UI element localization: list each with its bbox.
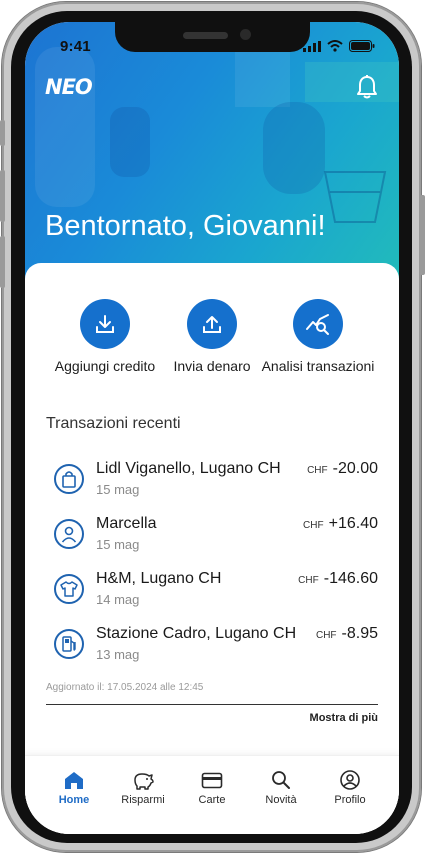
camera	[240, 29, 251, 40]
tab-bar: Home Risparmi Carte Novità Profilo	[25, 755, 399, 834]
transaction-analysis-button[interactable]: Analisi transazioni	[253, 299, 383, 374]
signal-icon	[303, 40, 321, 52]
currency: CHF	[315, 630, 337, 641]
transaction-amount: CHF -8.95	[316, 625, 378, 643]
amount-value: -8.95	[341, 625, 378, 642]
hero-banner: 9:41 NEO Bentornato, Giovanni!	[25, 22, 399, 302]
tab-news[interactable]: Novità	[246, 770, 316, 806]
currency: CHF	[303, 520, 324, 531]
hero-decoration	[35, 47, 399, 223]
currency: CHF	[307, 465, 328, 476]
person-icon	[54, 519, 84, 549]
transaction-name: H&M, Lugano CH	[96, 570, 222, 587]
tab-home[interactable]: Home	[39, 770, 109, 806]
transaction-date: 15 mag	[96, 482, 140, 497]
transaction-row[interactable]: Stazione Cadro, Lugano CH 13 mag CHF -8.9…	[25, 625, 399, 675]
transaction-amount: CHF +16.40	[303, 515, 378, 533]
app-screen: 9:41 NEO Bentornato, Giovanni! Aggiungi …	[25, 22, 399, 834]
amount-value: -146.60	[323, 570, 378, 587]
amount-value: -20.00	[332, 460, 378, 477]
piggy-bank-icon	[134, 773, 154, 790]
tab-label: Risparmi	[121, 794, 165, 806]
fuel-pump-icon	[54, 629, 84, 659]
transaction-amount: CHF -20.00	[307, 460, 378, 478]
tab-label: Novità	[265, 794, 297, 806]
status-time: 9:41	[60, 38, 91, 55]
transaction-name: Marcella	[96, 515, 157, 532]
transaction-row[interactable]: H&M, Lugano CH 14 mag CHF -146.60	[25, 570, 399, 620]
download-icon	[80, 299, 130, 349]
amount-value: +16.40	[328, 515, 378, 532]
greeting: Bentornato, Giovanni!	[45, 210, 326, 242]
upload-icon	[187, 299, 237, 349]
transaction-row[interactable]: Lidl Viganello, Lugano CH 15 mag CHF -20.…	[25, 460, 399, 510]
tab-label: Carte	[198, 794, 226, 806]
side-button	[0, 236, 5, 288]
card-icon	[201, 772, 223, 789]
wifi-icon	[327, 40, 343, 52]
transaction-date: 13 mag	[96, 647, 140, 662]
tab-profile[interactable]: Profilo	[315, 770, 385, 806]
shopping-bag-icon	[54, 464, 84, 494]
transaction-date: 15 mag	[96, 537, 140, 552]
tab-savings[interactable]: Risparmi	[108, 770, 178, 806]
bell-icon[interactable]	[355, 74, 379, 105]
divider	[46, 704, 378, 705]
transaction-date: 14 mag	[96, 592, 140, 607]
chart-search-icon	[293, 299, 343, 349]
home-icon	[65, 772, 83, 789]
main-card: Aggiungi credito Invia denaro Analisi tr…	[25, 263, 399, 834]
profile-icon	[340, 770, 360, 790]
side-button	[420, 195, 425, 275]
transaction-amount: CHF -146.60	[298, 570, 378, 588]
transaction-row[interactable]: Marcella 15 mag CHF +16.40	[25, 515, 399, 565]
tab-label: Home	[58, 794, 90, 806]
currency: CHF	[298, 575, 319, 586]
action-label: Invia denaro	[173, 358, 251, 374]
search-icon	[272, 771, 290, 789]
app-logo: NEO	[45, 75, 93, 99]
battery-icon	[349, 40, 375, 52]
section-title: Transazioni recenti	[46, 415, 181, 432]
action-label: Aggiungi credito	[54, 358, 156, 374]
side-button	[0, 170, 5, 222]
status-icons	[303, 40, 375, 52]
show-more-link[interactable]: Mostra di più	[310, 712, 378, 724]
last-updated: Aggiornato il: 17.05.2024 alle 12:45	[46, 682, 204, 693]
transaction-name: Lidl Viganello, Lugano CH	[96, 460, 281, 477]
tab-cards[interactable]: Carte	[177, 770, 247, 806]
speaker	[183, 32, 228, 39]
transaction-name: Stazione Cadro, Lugano CH	[96, 625, 297, 642]
tab-label: Profilo	[334, 794, 366, 806]
action-label: Analisi transazioni	[261, 358, 375, 374]
notch	[115, 22, 310, 52]
tshirt-icon	[54, 574, 84, 604]
side-button	[0, 120, 5, 146]
